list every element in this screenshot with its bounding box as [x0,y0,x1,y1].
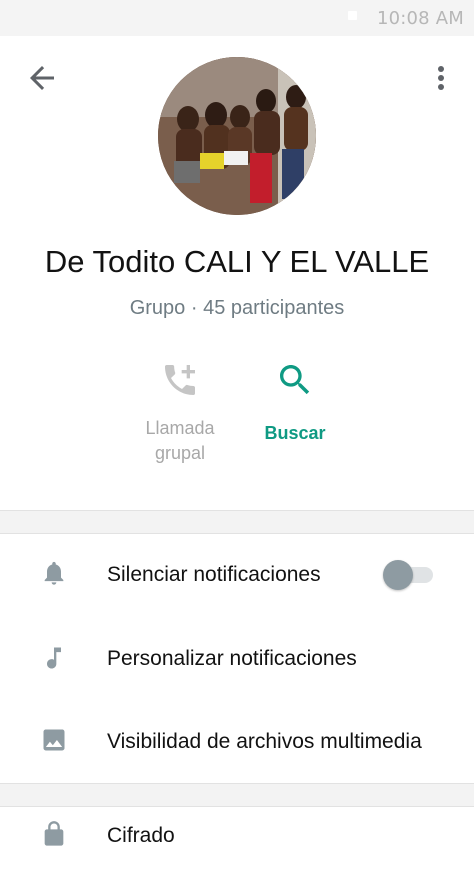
group-call-label-2: grupal [154,443,206,463]
music-note-icon [47,647,61,669]
search-icon [280,365,310,395]
search-label: Buscar [264,423,326,443]
notification-icon [348,11,357,20]
lock-icon [44,821,64,846]
group-avatar[interactable] [158,57,316,215]
search-button[interactable]: Buscar [246,360,344,446]
mute-notifications-label: Silenciar notificaciones [107,563,321,586]
group-photo [158,57,316,215]
group-subtitle: Grupo · 45 participantes [129,297,345,319]
more-options-button[interactable] [428,60,454,96]
group-call-label-1: Llamada [145,418,215,438]
add-call-icon [165,365,195,395]
bell-icon [44,561,64,585]
back-button[interactable] [24,60,60,96]
image-icon [43,729,65,751]
more-vert-icon [438,66,444,90]
media-visibility-row[interactable]: Visibilidad de archivos multimedia [0,700,474,780]
mute-toggle[interactable] [383,560,435,590]
toggle-knob [383,560,413,590]
custom-notifications-row[interactable]: Personalizar notificaciones [0,618,474,698]
status-bar: 10:08 AM [0,0,474,36]
group-call-button[interactable]: Llamada grupal [124,360,236,466]
section-divider [0,510,474,534]
media-visibility-label: Visibilidad de archivos multimedia [107,730,422,753]
encryption-label: Cifrado [107,824,175,847]
encryption-row[interactable]: Cifrado [0,806,474,886]
status-time: 10:08 AM [376,8,464,29]
group-name[interactable]: De Todito CALI Y EL VALLE [0,244,474,280]
custom-notifications-label: Personalizar notificaciones [107,647,357,670]
arrow-left-icon [30,66,54,90]
section-divider-2 [0,783,474,807]
